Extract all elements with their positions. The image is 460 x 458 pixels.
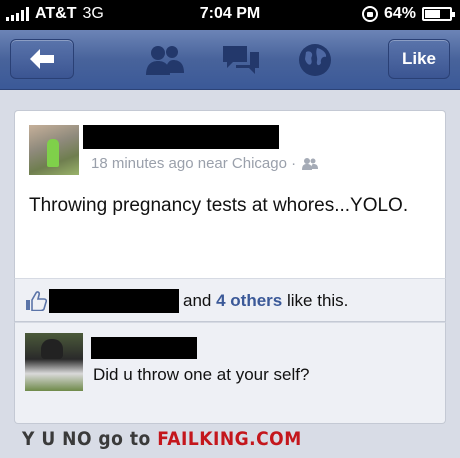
- thumbs-up-icon: [26, 291, 47, 311]
- rotation-lock-icon: [361, 6, 378, 22]
- likes-suffix: like this.: [286, 291, 349, 310]
- likes-others-link[interactable]: 4 others: [216, 291, 282, 310]
- nav-icons: [145, 42, 333, 78]
- avatar-helmet: [41, 339, 63, 359]
- author-avatar[interactable]: [29, 125, 79, 175]
- comment-text: Did u throw one at your self?: [93, 365, 310, 384]
- status-bar: AT&T 3G 7:04 PM 64%: [0, 0, 460, 30]
- likes-row[interactable]: and 4 others like this.: [14, 278, 446, 322]
- status-right: 64%: [361, 5, 455, 23]
- back-button[interactable]: [10, 39, 74, 79]
- friends-privacy-icon: [302, 158, 319, 170]
- like-button[interactable]: Like: [388, 39, 450, 79]
- battery-percent: 64%: [383, 5, 416, 22]
- battery-icon: [422, 7, 455, 21]
- redacted-author-name: [83, 125, 279, 149]
- post-meta: 18 minutes ago near Chicago ·: [91, 155, 319, 172]
- post-card: 18 minutes ago near Chicago · Throwing p…: [14, 110, 446, 278]
- footer-brand: FAILKING.COM: [157, 428, 302, 450]
- messages-icon[interactable]: [221, 43, 261, 77]
- commenter-avatar[interactable]: [25, 333, 83, 391]
- comment-item: Did u throw one at your self?: [14, 322, 446, 424]
- post-timestamp: 18 minutes ago near Chicago ·: [91, 155, 297, 172]
- friends-icon[interactable]: [145, 43, 185, 77]
- likes-and: and: [183, 291, 212, 310]
- redacted-liker-name: [49, 289, 179, 313]
- back-arrow-icon: [30, 49, 54, 69]
- post-text: Throwing pregnancy tests at whores...YOL…: [29, 195, 409, 216]
- likes-summary: and 4 others like this.: [183, 291, 348, 311]
- nav-bar: Like: [0, 30, 460, 90]
- footer-watermark: Y U NO go to FAILKING.COM: [22, 428, 302, 450]
- avatar-figure: [47, 139, 59, 167]
- redacted-commenter-name: [91, 337, 197, 359]
- globe-icon[interactable]: [297, 42, 333, 78]
- footer-prefix: Y U NO go to: [22, 428, 151, 450]
